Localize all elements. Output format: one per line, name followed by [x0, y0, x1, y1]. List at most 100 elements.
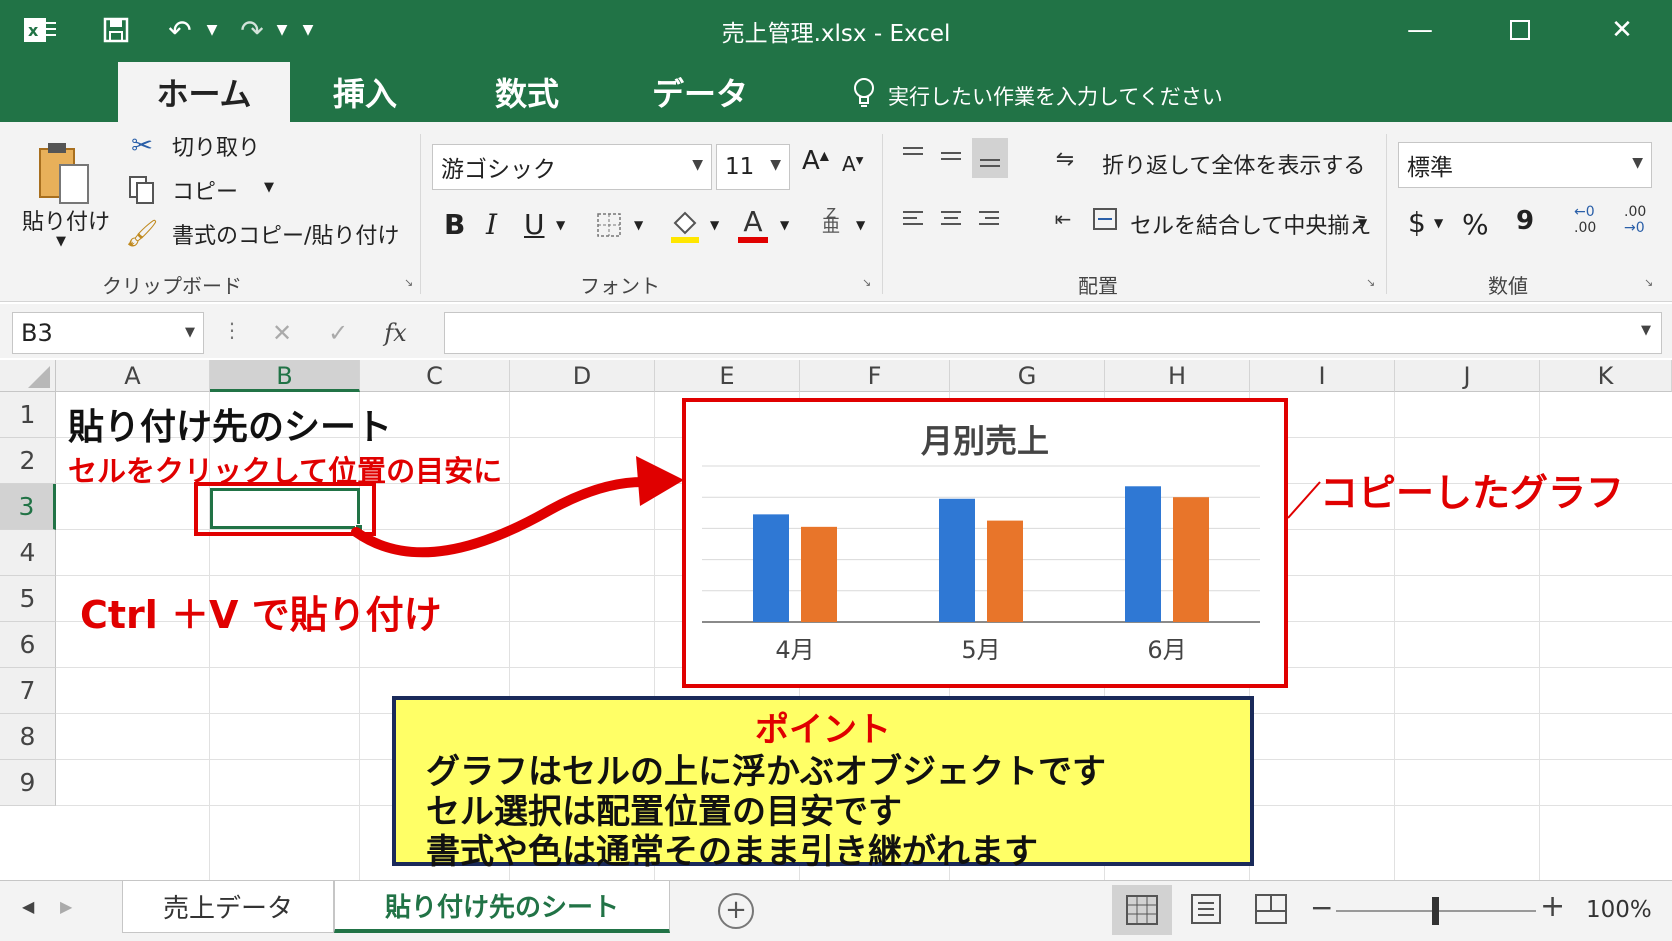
phonetic-icon[interactable]: ｚ亜: [822, 204, 840, 236]
row-header-2[interactable]: 2: [0, 438, 56, 484]
paste-label[interactable]: 貼り付け: [22, 204, 110, 236]
sheet-tab-paste-target[interactable]: 貼り付け先のシート: [334, 881, 670, 933]
comma-button[interactable]: 9: [1516, 206, 1534, 236]
font-color-dropdown-icon[interactable]: ▼: [780, 218, 789, 232]
column-header-e[interactable]: E: [655, 360, 800, 392]
zoom-slider-thumb[interactable]: [1432, 897, 1439, 925]
borders-dropdown-icon[interactable]: ▼: [634, 218, 643, 232]
tell-me-box[interactable]: 実行したい作業を入力してください: [852, 76, 1223, 115]
number-launcher-icon[interactable]: ↘: [1644, 276, 1653, 289]
clipboard-launcher-icon[interactable]: ↘: [404, 276, 413, 289]
column-header-b[interactable]: B: [210, 360, 360, 392]
expand-formula-icon[interactable]: ▼: [1641, 323, 1651, 338]
add-sheet-button[interactable]: +: [718, 893, 754, 929]
scroll-left-icon[interactable]: ◀: [22, 897, 34, 916]
align-center-icon[interactable]: [936, 204, 966, 234]
decrease-decimal-button[interactable]: .00 →0: [1624, 204, 1646, 236]
copied-chart-frame[interactable]: 月別売上 4月 5月 6月: [682, 398, 1288, 688]
cancel-icon[interactable]: ✕: [272, 319, 292, 347]
tab-home[interactable]: ホーム: [118, 62, 290, 122]
paste-dropdown-icon[interactable]: ▼: [56, 234, 66, 249]
row-header-6[interactable]: 6: [0, 622, 56, 668]
align-left-icon[interactable]: [898, 204, 928, 234]
column-header-i[interactable]: I: [1250, 360, 1395, 392]
zoom-level[interactable]: 100%: [1586, 897, 1652, 923]
borders-icon[interactable]: [594, 210, 624, 240]
fill-color-icon[interactable]: [668, 206, 702, 246]
row-header-5[interactable]: 5: [0, 576, 56, 622]
close-icon[interactable]: ✕: [1592, 8, 1652, 52]
font-size-select[interactable]: 11 ▼: [716, 144, 790, 190]
number-format-select[interactable]: 標準 ▼: [1398, 142, 1652, 188]
view-normal-icon[interactable]: [1112, 885, 1172, 935]
paste-icon[interactable]: [28, 134, 100, 214]
column-header-k[interactable]: K: [1540, 360, 1672, 392]
customize-quick-access-icon[interactable]: ▼: [296, 12, 320, 48]
more-options-icon[interactable]: ⋮: [222, 318, 242, 342]
align-bottom-icon[interactable]: [972, 138, 1008, 178]
sheet-tab-sales-data[interactable]: 売上データ: [122, 881, 334, 933]
redo-icon[interactable]: ↷: [232, 12, 272, 48]
format-painter-button[interactable]: 書式のコピー/貼り付け: [172, 218, 399, 250]
column-header-f[interactable]: F: [800, 360, 950, 392]
tab-data[interactable]: データ: [630, 62, 770, 122]
insert-function-icon[interactable]: fx: [384, 319, 406, 347]
copy-dropdown-icon[interactable]: ▼: [264, 180, 274, 195]
wrap-text-button[interactable]: 折り返して全体を表示する: [1102, 148, 1365, 180]
fill-color-dropdown-icon[interactable]: ▼: [710, 218, 719, 232]
column-header-g[interactable]: G: [950, 360, 1105, 392]
row-header-7[interactable]: 7: [0, 668, 56, 714]
shrink-font-button[interactable]: A▼: [842, 152, 863, 176]
align-right-icon[interactable]: [974, 204, 1004, 234]
align-middle-icon[interactable]: [936, 140, 966, 170]
underline-button[interactable]: U: [524, 208, 545, 241]
maximize-icon[interactable]: [1490, 8, 1550, 52]
tab-insert[interactable]: 挿入: [300, 62, 430, 122]
font-color-icon[interactable]: A: [736, 204, 770, 246]
row-header-8[interactable]: 8: [0, 714, 56, 760]
name-box[interactable]: B3 ▼: [12, 312, 204, 354]
redo-dropdown-icon[interactable]: ▼: [270, 12, 294, 48]
merge-dropdown-icon[interactable]: ▼: [1358, 216, 1367, 230]
row-header-9[interactable]: 9: [0, 760, 56, 806]
merge-center-button[interactable]: セルを結合して中央揃え: [1130, 208, 1371, 240]
row-header-1[interactable]: 1: [0, 392, 56, 438]
font-name-select[interactable]: 游ゴシック ▼: [432, 144, 712, 190]
font-launcher-icon[interactable]: ↘: [862, 276, 871, 289]
zoom-in-button[interactable]: +: [1540, 889, 1565, 924]
view-page-layout-icon[interactable]: [1190, 893, 1222, 929]
column-header-h[interactable]: H: [1105, 360, 1250, 392]
undo-dropdown-icon[interactable]: ▼: [200, 12, 224, 48]
decrease-indent-icon[interactable]: ⇤: [1048, 204, 1078, 234]
merge-center-icon[interactable]: [1090, 204, 1120, 234]
copy-button[interactable]: コピー: [172, 174, 238, 206]
undo-icon[interactable]: ↶: [160, 12, 200, 48]
column-header-d[interactable]: D: [510, 360, 655, 392]
formula-input[interactable]: ▼: [444, 312, 1662, 354]
view-page-break-icon[interactable]: [1254, 893, 1288, 929]
grow-font-button[interactable]: A▲: [802, 146, 829, 176]
column-header-j[interactable]: J: [1395, 360, 1540, 392]
zoom-out-button[interactable]: −: [1310, 891, 1333, 924]
phonetic-dropdown-icon[interactable]: ▼: [856, 218, 865, 232]
percent-button[interactable]: %: [1462, 208, 1489, 241]
select-all-button[interactable]: [0, 360, 56, 392]
enter-icon[interactable]: ✓: [328, 319, 348, 347]
column-header-a[interactable]: A: [56, 360, 210, 392]
italic-button[interactable]: I: [486, 208, 497, 241]
align-top-icon[interactable]: [898, 140, 928, 170]
underline-dropdown-icon[interactable]: ▼: [556, 218, 565, 232]
currency-dropdown-icon[interactable]: ▼: [1434, 216, 1443, 230]
alignment-launcher-icon[interactable]: ↘: [1366, 276, 1375, 289]
tab-formulas[interactable]: 数式: [462, 62, 592, 122]
scroll-right-icon[interactable]: ▶: [60, 897, 72, 916]
bold-button[interactable]: B: [444, 208, 465, 241]
column-header-c[interactable]: C: [360, 360, 510, 392]
row-header-4[interactable]: 4: [0, 530, 56, 576]
currency-icon[interactable]: $: [1408, 206, 1426, 239]
row-header-3[interactable]: 3: [0, 484, 56, 530]
wrap-text-icon[interactable]: ⇋: [1048, 144, 1082, 174]
increase-decimal-button[interactable]: ←0.00: [1574, 204, 1596, 236]
cut-button[interactable]: 切り取り: [172, 130, 260, 162]
save-icon[interactable]: [96, 12, 136, 48]
